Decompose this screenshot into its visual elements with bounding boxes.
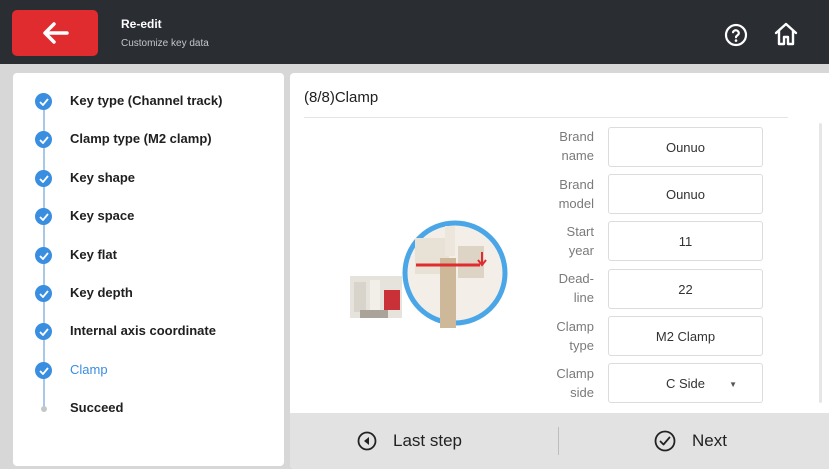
- arrow-left-icon: [43, 22, 69, 44]
- clamp-side-label: Clamp side: [556, 366, 594, 400]
- section-title: (8/8)Clamp: [304, 89, 379, 106]
- check-icon: [35, 170, 52, 187]
- step-clamp: Clamp: [13, 358, 284, 382]
- clamp-type-field[interactable]: M2 Clamp: [608, 316, 763, 356]
- step-label: Succeed: [70, 400, 124, 415]
- step-succeed: Succeed: [13, 396, 284, 420]
- brand-model-field[interactable]: Ounuo: [608, 174, 763, 214]
- last-step-button[interactable]: Last step: [357, 425, 462, 457]
- scrollbar[interactable]: [819, 123, 822, 403]
- start-year-label: Start year: [566, 224, 594, 258]
- dropdown-caret-icon: ▼: [729, 380, 737, 389]
- next-label: Next: [692, 431, 727, 450]
- step-label: Key space: [70, 208, 135, 223]
- check-circle-icon: [654, 430, 676, 452]
- top-bar: Re-edit Customize key data: [0, 0, 829, 64]
- check-icon: [35, 362, 52, 379]
- step-label: Key flat: [70, 247, 117, 262]
- brand-model-label: Brand model: [558, 177, 594, 211]
- page-subtitle: Customize key data: [121, 38, 209, 49]
- pending-dot-icon: [41, 406, 47, 412]
- clamp-form-panel: (8/8)Clamp Brand name Ounuo Brand model Ou…: [290, 73, 829, 469]
- brand-name-label: Brand name: [559, 129, 594, 163]
- step-label: Key depth: [70, 285, 133, 300]
- clamp-side-select[interactable]: C Side ▼: [608, 363, 763, 403]
- step-internal-axis: Internal axis coordinate: [13, 319, 284, 343]
- step-key-depth: Key depth: [13, 281, 284, 305]
- step-clamp-type: Clamp type (M2 clamp): [13, 127, 284, 151]
- last-step-label: Last step: [393, 431, 462, 450]
- steps-panel: Key type (Channel track) Clamp type (M2 …: [13, 73, 284, 466]
- step-label: Clamp type (M2 clamp): [70, 131, 212, 146]
- home-icon[interactable]: [773, 22, 799, 46]
- deadline-label: Dead-line: [558, 271, 594, 305]
- footer-bar: Last step Next: [290, 413, 829, 469]
- step-key-flat: Key flat: [13, 243, 284, 267]
- next-button[interactable]: Next: [654, 425, 727, 457]
- footer-divider: [558, 427, 559, 455]
- step-key-space: Key space: [13, 204, 284, 228]
- check-icon: [35, 93, 52, 110]
- start-year-field[interactable]: 11: [608, 221, 763, 261]
- step-label: Key type (Channel track): [70, 93, 223, 108]
- check-icon: [35, 131, 52, 148]
- previous-circle-icon: [357, 431, 377, 451]
- clamp-type-label: Clamp type: [556, 319, 594, 353]
- check-icon: [35, 208, 52, 225]
- check-icon: [35, 247, 52, 264]
- page-title: Re-edit: [121, 17, 162, 31]
- brand-name-field[interactable]: Ounuo: [608, 127, 763, 167]
- step-label: Internal axis coordinate: [70, 323, 216, 338]
- check-icon: [35, 323, 52, 340]
- divider: [304, 117, 788, 118]
- clamp-illustration-icon: [350, 220, 508, 328]
- step-label: Clamp: [70, 362, 108, 377]
- step-key-type: Key type (Channel track): [13, 89, 284, 113]
- step-key-shape: Key shape: [13, 166, 284, 190]
- help-circle-icon[interactable]: [724, 23, 748, 47]
- step-label: Key shape: [70, 170, 136, 185]
- deadline-field[interactable]: 22: [608, 269, 763, 309]
- clamp-side-value: C Side: [665, 375, 706, 391]
- check-icon: [35, 285, 52, 302]
- back-button[interactable]: [12, 10, 98, 56]
